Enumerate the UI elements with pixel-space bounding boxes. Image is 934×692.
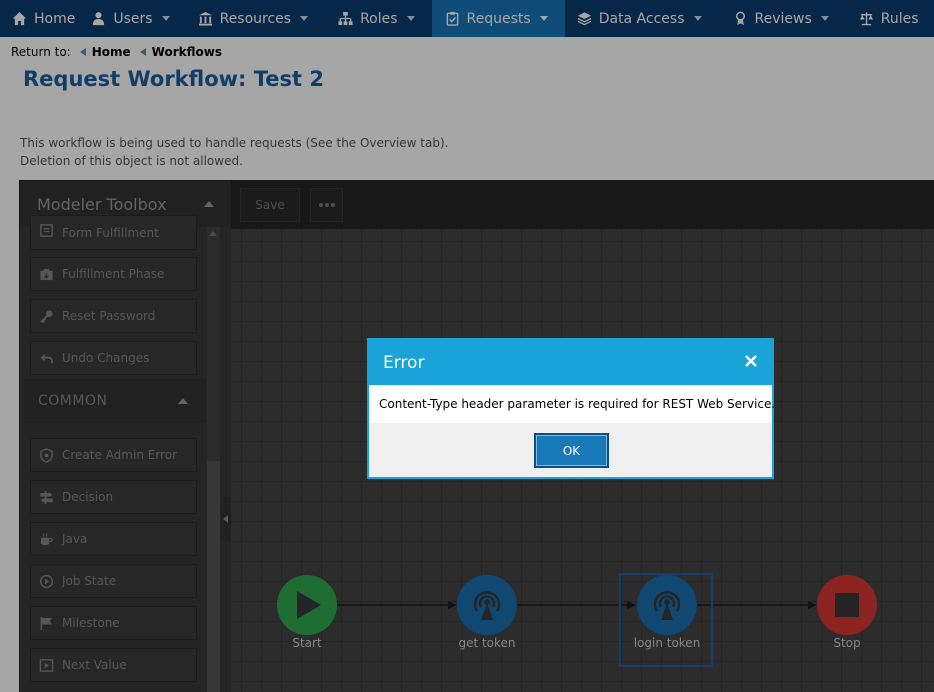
- app-root: Home Users Resources Roles Requests Data…: [0, 0, 934, 692]
- error-dialog: Error Content-Type header parameter is r…: [367, 338, 775, 479]
- close-icon[interactable]: [744, 354, 758, 368]
- error-dialog-header: Error: [369, 340, 772, 385]
- error-dialog-message: Content-Type header parameter is require…: [369, 385, 775, 423]
- ok-button[interactable]: OK: [534, 433, 609, 468]
- error-dialog-title: Error: [383, 352, 425, 373]
